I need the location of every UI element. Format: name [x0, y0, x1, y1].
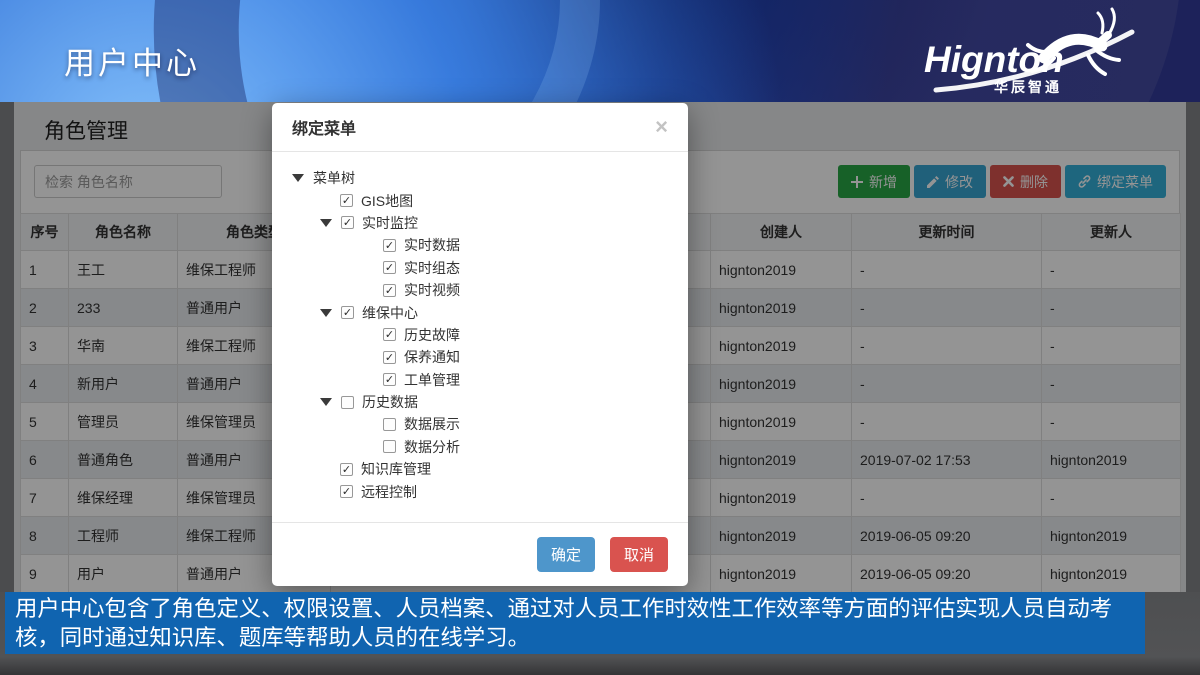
tree-node: ✓ GIS地图 — [292, 189, 668, 211]
checkbox-checked[interactable]: ✓ — [383, 261, 396, 274]
checkbox-checked[interactable]: ✓ — [340, 463, 353, 476]
caret-down-icon[interactable] — [292, 174, 304, 182]
tree-node-label[interactable]: 数据分析 — [404, 437, 460, 457]
tree-node: ✓ 知识库管理 — [292, 458, 668, 480]
checkbox-unchecked[interactable] — [383, 418, 396, 431]
checkbox-checked[interactable]: ✓ — [340, 485, 353, 498]
checkbox-checked[interactable]: ✓ — [383, 328, 396, 341]
tree-node-label[interactable]: 保养通知 — [404, 347, 460, 367]
tree-node: 数据分析 — [292, 436, 668, 458]
checkbox-checked[interactable]: ✓ — [383, 373, 396, 386]
checkbox-checked[interactable]: ✓ — [383, 284, 396, 297]
tree-node-label[interactable]: 实时监控 — [362, 213, 418, 233]
tree-node: ✓ 实时组态 — [292, 257, 668, 279]
tree-node-label[interactable]: 远程控制 — [361, 482, 417, 502]
tree-node-label[interactable]: 实时数据 — [404, 235, 460, 255]
tree-node: 菜单树 — [292, 167, 668, 189]
tree-node-label[interactable]: 历史数据 — [362, 392, 418, 412]
caret-down-icon[interactable] — [320, 219, 332, 227]
page-header-title: 用户中心 — [64, 38, 200, 83]
slide: 用户中心 Hignton 华辰智通 — [0, 0, 1200, 675]
caret-down-icon[interactable] — [320, 309, 332, 317]
tree-node-label[interactable]: 历史故障 — [404, 325, 460, 345]
tree-node: ✓ 远程控制 — [292, 480, 668, 502]
checkbox-unchecked[interactable] — [341, 396, 354, 409]
modal-footer: 确定 取消 — [272, 522, 688, 586]
tree-node-label[interactable]: 工单管理 — [404, 370, 460, 390]
modal-header: 绑定菜单 × — [272, 103, 688, 152]
tree-node-label[interactable]: 菜单树 — [313, 168, 355, 188]
hignton-logo: Hignton 华辰智通 — [898, 6, 1148, 102]
confirm-button[interactable]: 确定 — [537, 537, 595, 572]
tree-node: ✓ 历史故障 — [292, 324, 668, 346]
tree-node: ✓ 保养通知 — [292, 346, 668, 368]
checkbox-checked[interactable]: ✓ — [341, 306, 354, 319]
tree-node-label[interactable]: GIS地图 — [361, 191, 413, 211]
tree-node: ✓ 实时视频 — [292, 279, 668, 301]
caption-text: 用户中心包含了角色定义、权限设置、人员档案、通过对人员工作时效性工作效率等方面的… — [5, 592, 1145, 654]
tree-node-label[interactable]: 维保中心 — [362, 303, 418, 323]
logo-subtext: 华辰智通 — [994, 79, 1062, 95]
close-icon[interactable]: × — [655, 116, 668, 138]
tree-node-label[interactable]: 知识库管理 — [361, 459, 431, 479]
checkbox-checked[interactable]: ✓ — [383, 351, 396, 364]
cancel-button[interactable]: 取消 — [610, 537, 668, 572]
tree-node: ✓ 维保中心 — [292, 301, 668, 323]
modal-title: 绑定菜单 — [292, 115, 356, 139]
app-header-banner: 用户中心 Hignton 华辰智通 — [0, 0, 1200, 102]
checkbox-checked[interactable]: ✓ — [383, 239, 396, 252]
bind-menu-modal: 绑定菜单 × 菜单树 ✓ GIS地图 ✓ 实时监控 ✓ 实时数据 ✓ 实时组态 ✓ 实时视频 ✓ 维保中… — [272, 103, 688, 586]
caret-down-icon[interactable] — [320, 398, 332, 406]
menu-tree: 菜单树✓GIS地图✓实时监控✓实时数据✓实时组态✓实时视频✓维保中心✓历史故障✓… — [272, 152, 688, 503]
checkbox-checked[interactable]: ✓ — [340, 194, 353, 207]
tree-node: ✓ 实时数据 — [292, 234, 668, 256]
tree-node: 历史数据 — [292, 391, 668, 413]
tree-node: 数据展示 — [292, 413, 668, 435]
antelope-logo-icon: Hignton 华辰智通 — [898, 6, 1148, 102]
tree-node-label[interactable]: 数据展示 — [404, 414, 460, 434]
tree-node: ✓ 实时监控 — [292, 212, 668, 234]
tree-node: ✓ 工单管理 — [292, 369, 668, 391]
checkbox-unchecked[interactable] — [383, 440, 396, 453]
tree-node-label[interactable]: 实时组态 — [404, 258, 460, 278]
checkbox-checked[interactable]: ✓ — [341, 216, 354, 229]
tree-node-label[interactable]: 实时视频 — [404, 280, 460, 300]
logo-wordmark: Hignton — [924, 39, 1064, 80]
